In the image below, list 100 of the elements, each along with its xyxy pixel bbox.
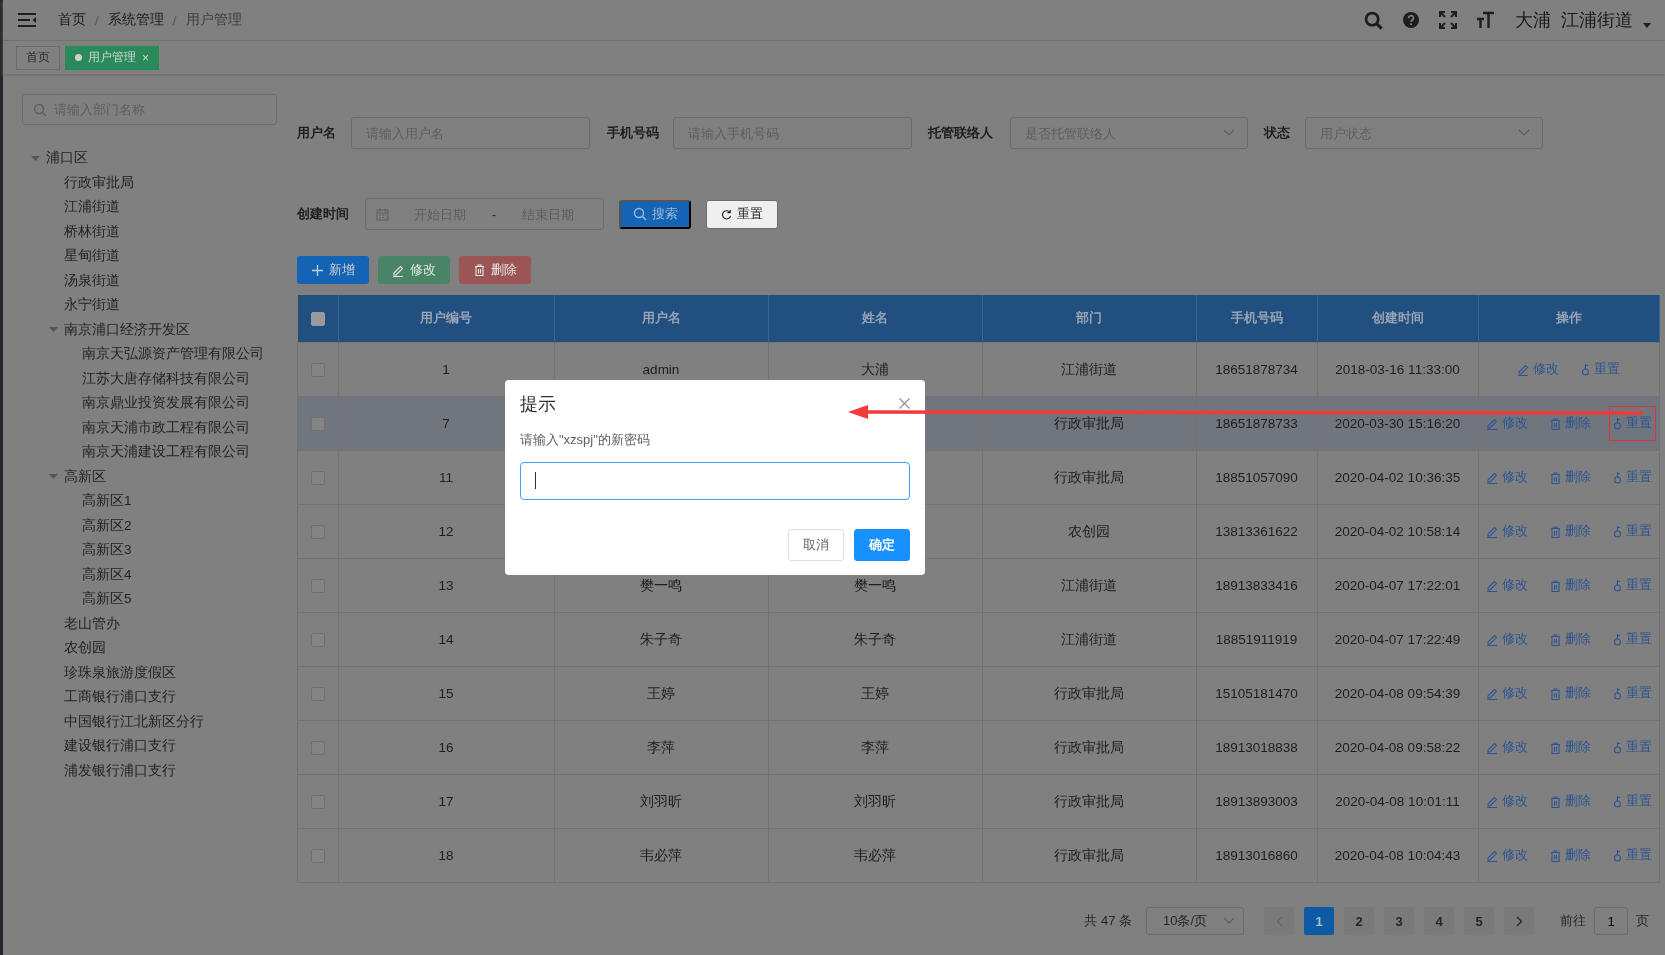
delete-link[interactable]: 删除: [1545, 514, 1595, 549]
page-button[interactable]: 5: [1464, 907, 1494, 935]
tree-item[interactable]: 工商银行浦口支行: [64, 688, 176, 707]
caret-down-icon[interactable]: [30, 153, 40, 163]
cancel-button[interactable]: 取消: [788, 529, 844, 561]
confirm-button[interactable]: 确定: [854, 529, 910, 561]
close-tab-icon[interactable]: ×: [142, 50, 149, 65]
reset-button[interactable]: 重置: [706, 199, 778, 229]
tree-item[interactable]: 行政审批局: [64, 173, 134, 192]
delete-link[interactable]: 删除: [1545, 838, 1595, 873]
password-field[interactable]: [520, 462, 910, 500]
fullscreen-icon[interactable]: [1439, 11, 1457, 29]
menu-icon[interactable]: [18, 13, 36, 27]
page-button[interactable]: 4: [1424, 907, 1454, 935]
edit-link[interactable]: 修改: [1481, 460, 1532, 495]
edit-link[interactable]: 修改: [1481, 730, 1532, 765]
edit-link[interactable]: 修改: [1481, 568, 1532, 603]
help-icon[interactable]: [1403, 12, 1419, 28]
tree-item[interactable]: 农创园: [64, 639, 106, 658]
delete-link[interactable]: 删除: [1545, 568, 1595, 603]
tree-item[interactable]: 高新区: [64, 467, 106, 486]
delete-link[interactable]: 删除: [1545, 676, 1595, 711]
tree-item[interactable]: 永宁街道: [64, 296, 120, 315]
table-cell: 18: [438, 848, 454, 863]
tab[interactable]: 首页: [16, 45, 60, 70]
tree-item[interactable]: 南京天浦市政工程有限公司: [82, 418, 250, 437]
edit-link[interactable]: 修改: [1513, 352, 1563, 387]
edit-link[interactable]: 修改: [1481, 784, 1532, 819]
tree-item[interactable]: 高新区3: [82, 541, 132, 560]
breadcrumb-item[interactable]: 系统管理: [107, 11, 164, 29]
reset-link[interactable]: 重置: [1577, 352, 1624, 387]
reset-link[interactable]: 重置: [1608, 622, 1656, 657]
tree-item[interactable]: 中国银行江北新区分行: [64, 712, 204, 731]
search-button[interactable]: 搜索: [619, 199, 691, 229]
tree-item[interactable]: 江苏大唐存储科技有限公司: [82, 369, 250, 388]
tree-item[interactable]: 建设银行浦口支行: [64, 737, 176, 756]
table-cell: 行政审批局: [1054, 739, 1124, 755]
pencil-icon: [1485, 741, 1498, 754]
chevron-right-icon: [1515, 915, 1523, 927]
edit-link[interactable]: 修改: [1481, 676, 1532, 711]
reset-link[interactable]: 重置: [1608, 460, 1656, 495]
close-icon[interactable]: [899, 398, 910, 409]
tree-item[interactable]: 高新区1: [82, 492, 132, 511]
edit-link[interactable]: 修改: [1481, 838, 1532, 873]
reset-link[interactable]: 重置: [1608, 568, 1656, 603]
tree-item[interactable]: 星甸街道: [64, 247, 120, 266]
page-input[interactable]: 1: [1594, 907, 1628, 935]
table-cell: 大浦: [861, 361, 889, 377]
reset-link[interactable]: 重置: [1608, 676, 1656, 711]
delete-link[interactable]: 删除: [1545, 784, 1595, 819]
breadcrumb-item[interactable]: 首页: [58, 11, 86, 29]
page-button[interactable]: 2: [1344, 907, 1374, 935]
pencil-icon: [1485, 633, 1498, 646]
add-button[interactable]: 新增: [297, 256, 369, 284]
table-cell: admin: [642, 362, 680, 377]
key-icon: [1612, 417, 1622, 430]
user-menu[interactable]: 大浦 江浦街道: [1515, 8, 1651, 32]
dialog-message: 请输入"xzspj"的新密码: [520, 431, 651, 449]
tab[interactable]: 用户管理 ×: [65, 45, 159, 70]
tree-item[interactable]: 高新区5: [82, 590, 132, 609]
reset-link[interactable]: 重置: [1608, 838, 1656, 873]
tree-item[interactable]: 桥林街道: [64, 222, 120, 241]
reset-link[interactable]: 重置: [1608, 514, 1656, 549]
page-button[interactable]: 1: [1304, 907, 1334, 935]
next-page-button[interactable]: [1504, 907, 1534, 935]
caret-down-icon[interactable]: [48, 325, 58, 335]
table-cell: 樊一鸣: [640, 577, 682, 593]
page-size-select[interactable]: 10条/页: [1146, 907, 1244, 935]
previous-page-button[interactable]: [1264, 907, 1294, 935]
delete-link[interactable]: 删除: [1545, 730, 1595, 765]
page-button[interactable]: 3: [1384, 907, 1414, 935]
pencil-icon: [392, 263, 404, 277]
tree-item[interactable]: 江浦街道: [64, 198, 120, 217]
edit-link[interactable]: 修改: [1481, 514, 1532, 549]
checkbox[interactable]: [310, 311, 325, 326]
delete-link[interactable]: 删除: [1545, 460, 1595, 495]
pencil-icon: [1485, 849, 1498, 862]
edit-link[interactable]: 修改: [1481, 622, 1532, 657]
tree-item[interactable]: 汤泉街道: [64, 271, 120, 290]
reset-link[interactable]: 重置: [1608, 730, 1656, 765]
tree-item[interactable]: 南京鼎业投资发展有限公司: [82, 394, 250, 413]
tree-item[interactable]: 老山管办: [64, 614, 120, 633]
page-unit: 页: [1636, 912, 1649, 930]
tree-item[interactable]: 南京天浦建设工程有限公司: [82, 443, 250, 462]
trash-icon: [1549, 633, 1561, 646]
tree-item[interactable]: 珍珠泉旅游度假区: [64, 663, 176, 682]
column-header: 操作: [1555, 311, 1582, 325]
reset-link[interactable]: 重置: [1608, 784, 1656, 819]
caret-icon: [1643, 22, 1651, 28]
tree-item[interactable]: 南京浦口经济开发区: [64, 320, 190, 339]
caret-down-icon[interactable]: [48, 472, 58, 482]
delete-link[interactable]: 删除: [1545, 622, 1595, 657]
tree-item[interactable]: 高新区2: [82, 516, 132, 535]
tree-item[interactable]: 南京天弘源资产管理有限公司: [82, 345, 264, 364]
tree-item[interactable]: 浦发银行浦口支行: [64, 761, 176, 780]
search-icon[interactable]: [1364, 10, 1383, 30]
table-cell: 农创园: [1068, 523, 1110, 539]
tree-item[interactable]: 高新区4: [82, 565, 132, 584]
font-size-icon[interactable]: [1477, 11, 1495, 29]
tree-item[interactable]: 浦口区: [46, 149, 88, 168]
